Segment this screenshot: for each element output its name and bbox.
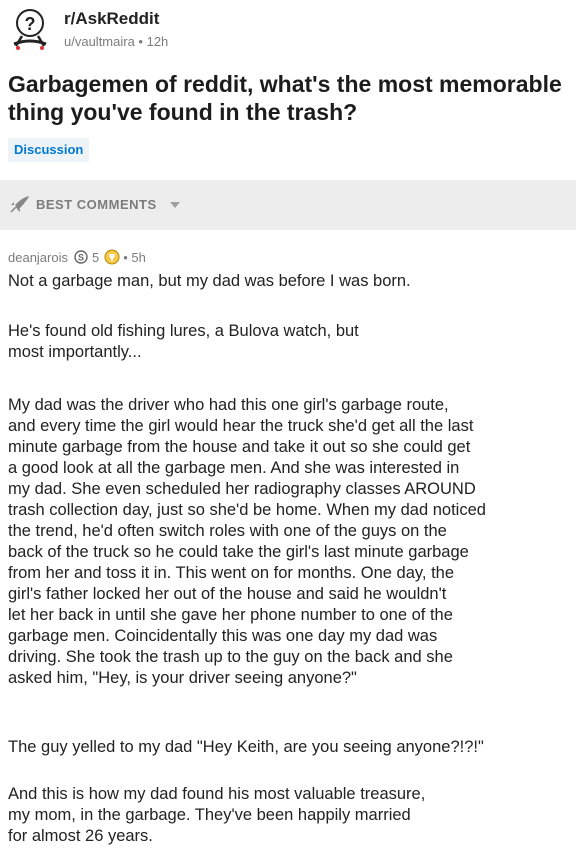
svg-text:?: ? [25,14,36,34]
sort-label[interactable]: BEST COMMENTS [36,197,157,212]
svg-text:S: S [78,253,84,263]
rocket-icon [10,196,29,213]
comment-meta: deanjarois S 5 • 5h [8,248,146,266]
comment-paragraph: And this is how my dad found his most va… [8,785,426,845]
comment-sort-bar[interactable]: BEST COMMENTS [0,180,576,230]
comment-paragraph: Not a garbage man, but my dad was before… [8,272,411,290]
post-author-meta[interactable]: u/vaultmaira • 12h [64,34,168,49]
coin-badge-icon: S [74,250,88,264]
comment-paragraph: The guy yelled to my dad "Hey Keith, are… [8,738,484,756]
post-header: ? r/AskReddit u/vaultmaira • 12h [0,0,576,64]
comment-author[interactable]: deanjarois [8,250,68,265]
subreddit-name[interactable]: r/AskReddit [64,9,159,29]
comment-paragraph: He's found old fishing lures, a Bulova w… [8,322,359,361]
post-title[interactable]: Garbagemen of reddit, what's the most me… [8,70,568,126]
trophy-icon [104,249,120,265]
post-flair[interactable]: Discussion [8,138,90,162]
comment-score: 5 [92,249,100,265]
comment-paragraph: My dad was the driver who had this one g… [8,396,486,687]
chevron-down-icon[interactable] [170,202,180,208]
askreddit-snoo-icon[interactable]: ? [10,8,50,52]
comment-age: • 5h [123,249,146,265]
